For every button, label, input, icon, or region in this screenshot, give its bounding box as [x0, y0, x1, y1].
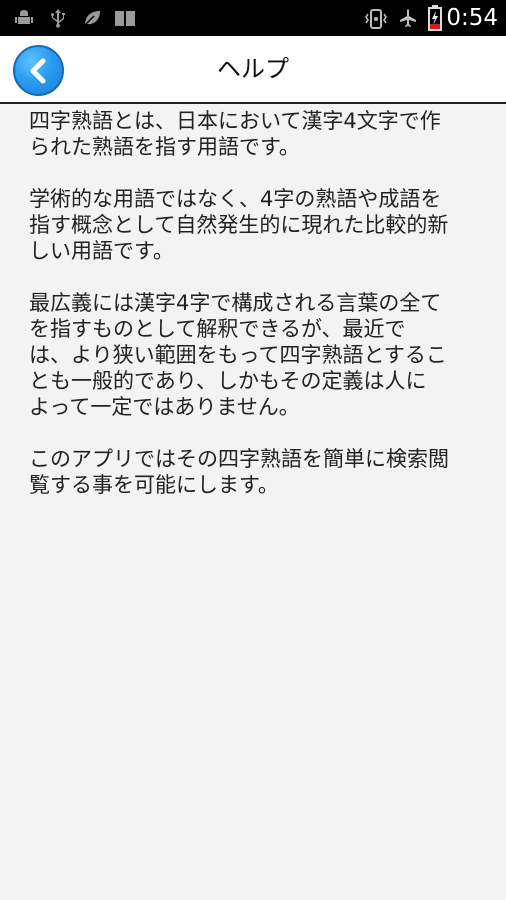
help-paragraph-3: 最広義には漢字4字で構成される言葉の全て を指すものとして解釈できるが、最近で … — [29, 290, 481, 420]
paragraph-line: 学術的な用語ではなく、4字の熟語や成語を — [29, 187, 442, 211]
paragraph-line: を指すものとして解釈できるが、最近で — [29, 317, 406, 341]
android-icon — [14, 8, 34, 28]
help-paragraph-4: このアプリではその四字熟語を簡単に検索閲 覧する事を可能にします。 — [29, 446, 481, 498]
chevron-left-icon — [30, 58, 46, 84]
paragraph-line: このアプリではその四字熟語を簡単に検索閲 — [29, 447, 449, 471]
paragraph-line: 四字熟語とは、日本において漢字4文字で作 — [29, 109, 441, 133]
paragraph-line: 覧する事を可能にします。 — [29, 473, 279, 497]
paragraph-line: 最広義には漢字4字で構成される言葉の全て — [29, 291, 442, 315]
book-icon — [114, 8, 135, 28]
title-bar: ヘルプ — [0, 36, 506, 104]
leaf-icon — [82, 8, 102, 28]
battery-charging-icon — [428, 5, 442, 31]
paragraph-line: とも一般的であり、しかもその定義は人に — [29, 369, 427, 393]
paragraph-line: は、より狭い範囲をもって四字熟語とするこ — [29, 343, 447, 367]
paragraph-line: 指す概念として自然発生的に現れた比較的新 — [29, 213, 449, 237]
back-button[interactable] — [13, 45, 64, 96]
help-paragraph-2: 学術的な用語ではなく、4字の熟語や成語を 指す概念として自然発生的に現れた比較的… — [29, 186, 481, 264]
status-bar: 0:54 — [0, 0, 506, 36]
paragraph-line: られた熟語を指す用語です。 — [29, 135, 300, 159]
usb-icon — [48, 8, 68, 28]
paragraph-line: しい用語です。 — [29, 239, 174, 263]
airplane-icon — [398, 8, 418, 28]
status-time: 0:54 — [446, 5, 498, 31]
page-title: ヘルプ — [217, 55, 289, 83]
help-content: 四字熟語とは、日本において漢字4文字で作 られた熟語を指す用語です。 学術的な用… — [29, 108, 481, 524]
help-paragraph-1: 四字熟語とは、日本において漢字4文字で作 られた熟語を指す用語です。 — [29, 108, 481, 160]
vibrate-icon — [364, 8, 388, 29]
paragraph-line: よって一定ではありません。 — [29, 395, 300, 419]
